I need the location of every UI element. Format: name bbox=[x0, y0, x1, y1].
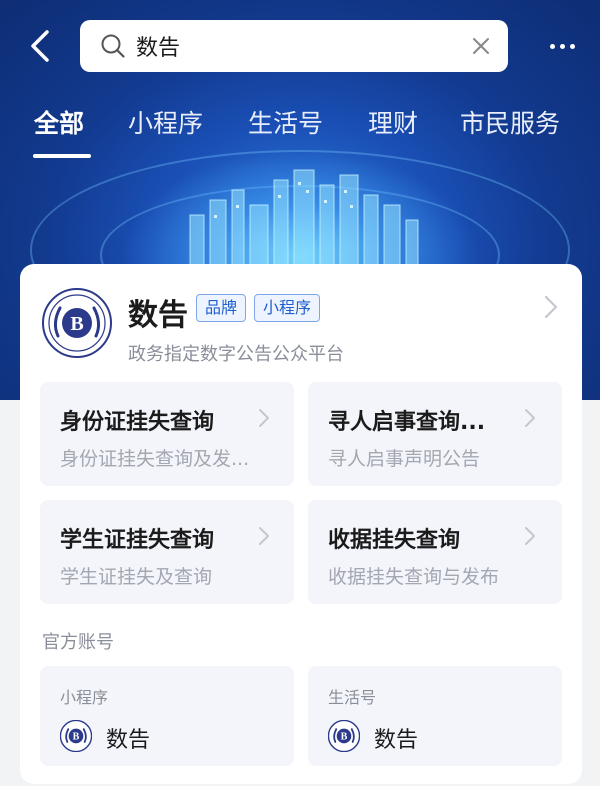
service-id-card-loss[interactable]: 身份证挂失查询 身份证挂失查询及发... bbox=[40, 382, 294, 486]
service-subtitle: 学生证挂失及查询 bbox=[60, 566, 213, 588]
account-name: 数告 bbox=[374, 728, 419, 753]
account-logo: B bbox=[328, 720, 360, 752]
tab-citizen-services[interactable]: 市民服务 bbox=[460, 104, 560, 140]
service-subtitle: 身份证挂失查询及发... bbox=[60, 448, 250, 470]
search-query[interactable]: 数告 bbox=[136, 30, 470, 62]
svg-text:B: B bbox=[70, 313, 83, 335]
chevron-right-icon bbox=[259, 409, 269, 427]
result-description: 政务指定数字公告公众平台 bbox=[128, 344, 344, 365]
chevron-right-icon bbox=[259, 527, 269, 545]
service-subtitle: 寻人启事声明公告 bbox=[328, 448, 481, 470]
svg-text:B: B bbox=[341, 732, 348, 743]
account-name: 数告 bbox=[106, 728, 151, 753]
account-type: 生活号 bbox=[328, 688, 377, 707]
back-button[interactable] bbox=[22, 26, 58, 66]
service-title: 收据挂失查询 bbox=[328, 528, 461, 553]
category-tabs: 全部 小程序 生活号 理财 市民服务 bbox=[0, 100, 600, 160]
official-accounts-label: 官方账号 bbox=[42, 632, 114, 653]
chevron-right-icon bbox=[525, 409, 535, 427]
svg-text:B: B bbox=[73, 732, 80, 743]
more-dot bbox=[559, 43, 565, 49]
official-account-life[interactable]: 生活号 B 数告 bbox=[308, 666, 562, 766]
account-type: 小程序 bbox=[60, 688, 109, 707]
service-title: 学生证挂失查询 bbox=[60, 528, 215, 553]
chevron-right-icon bbox=[525, 527, 535, 545]
tab-finance[interactable]: 理财 bbox=[368, 104, 418, 140]
search-icon bbox=[101, 34, 125, 58]
tab-life-account[interactable]: 生活号 bbox=[248, 104, 323, 140]
top-bar: 数告 bbox=[0, 18, 600, 78]
service-receipt-loss[interactable]: 收据挂失查询 收据挂失查询与发布 bbox=[308, 500, 562, 604]
active-tab-indicator bbox=[33, 154, 91, 158]
official-account-mini-program[interactable]: 小程序 B 数告 bbox=[40, 666, 294, 766]
service-subtitle: 收据挂失查询与发布 bbox=[328, 566, 500, 588]
service-title: 寻人启事查询... bbox=[328, 410, 486, 435]
chevron-right-icon[interactable] bbox=[542, 294, 560, 320]
clear-icon[interactable] bbox=[470, 35, 492, 57]
result-title[interactable]: 数告 bbox=[128, 290, 188, 334]
brand-tag: 品牌 bbox=[196, 294, 247, 322]
back-arrow-icon bbox=[31, 30, 49, 62]
more-icon[interactable] bbox=[540, 32, 584, 60]
search-input[interactable]: 数告 bbox=[80, 20, 508, 72]
tab-all[interactable]: 全部 bbox=[34, 104, 84, 140]
tab-mini-program[interactable]: 小程序 bbox=[128, 104, 203, 140]
result-card[interactable]: B 数告 品牌 小程序 政务指定数字公告公众平台 身份证挂失查询 身份证挂失查询… bbox=[20, 264, 582, 784]
more-dot bbox=[569, 43, 575, 49]
service-missing-person[interactable]: 寻人启事查询... 寻人启事声明公告 bbox=[308, 382, 562, 486]
mini-program-tag: 小程序 bbox=[254, 294, 321, 322]
brand-logo: B bbox=[42, 288, 112, 358]
more-dot bbox=[549, 43, 555, 49]
service-title: 身份证挂失查询 bbox=[60, 410, 215, 435]
account-logo: B bbox=[60, 720, 92, 752]
service-student-card-loss[interactable]: 学生证挂失查询 学生证挂失及查询 bbox=[40, 500, 294, 604]
